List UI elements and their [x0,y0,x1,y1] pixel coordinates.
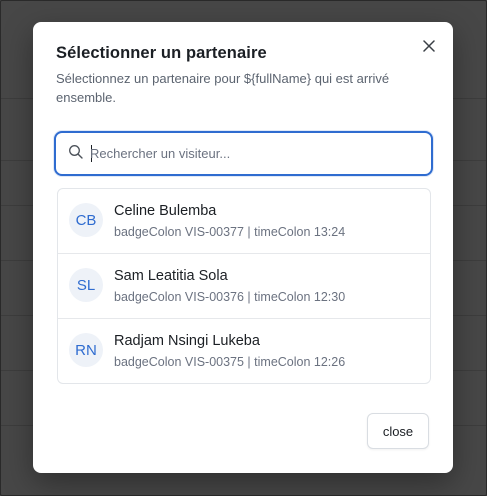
visitor-name: Celine Bulemba [114,203,217,219]
search-box[interactable] [54,131,433,176]
avatar: SL [69,268,103,302]
avatar: RN [69,333,103,367]
visitor-meta: badgeColon VIS-00377 | timeColon 13:24 [114,225,346,239]
list-item[interactable]: CB Celine Bulemba badgeColon VIS-00377 |… [58,189,430,254]
list-item[interactable]: RN Radjam Nsingi Lukeba badgeColon VIS-0… [58,319,430,383]
visitor-list: CB Celine Bulemba badgeColon VIS-00377 |… [57,188,431,384]
visitor-meta: badgeColon VIS-00375 | timeColon 12:26 [114,355,346,369]
list-item[interactable]: SL Sam Leatitia Sola badgeColon VIS-0037… [58,254,430,319]
visitor-name: Sam Leatitia Sola [114,268,228,284]
close-icon[interactable] [419,36,439,56]
dialog-description: Sélectionnez un partenaire pour ${fullNa… [56,71,390,105]
visitor-name: Radjam Nsingi Lukeba [114,333,260,349]
search-input[interactable] [90,133,420,173]
visitor-meta: badgeColon VIS-00376 | timeColon 12:30 [114,290,346,304]
avatar: CB [69,203,103,237]
select-partner-dialog: Sélectionner un partenaire Sélectionnez … [33,22,453,473]
search-icon [68,144,84,160]
dialog-title: Sélectionner un partenaire [56,44,267,62]
close-button[interactable]: close [367,413,429,449]
